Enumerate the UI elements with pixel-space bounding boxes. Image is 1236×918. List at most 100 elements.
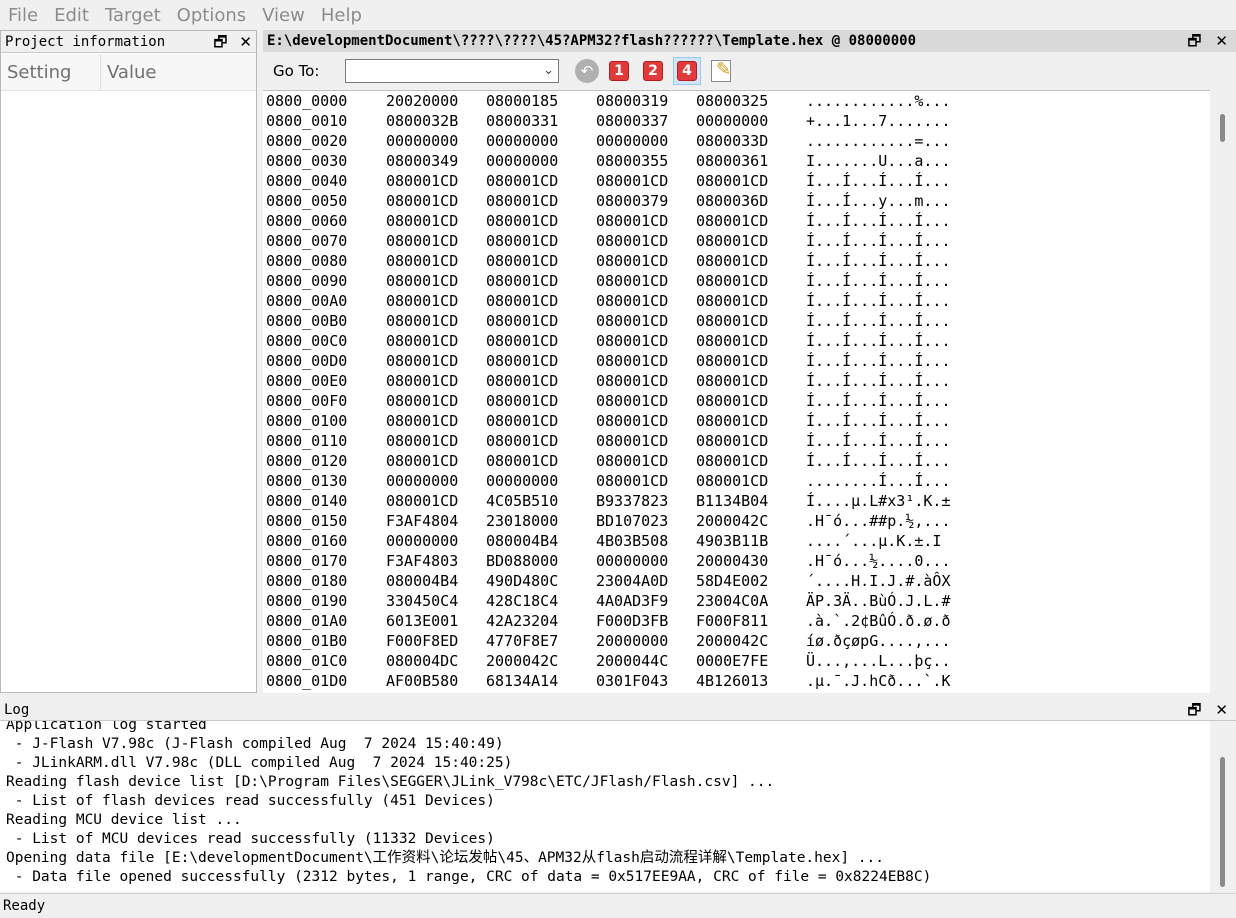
hex-ascii: Í...Í...Í...Í... (806, 372, 951, 390)
hex-row[interactable]: 0800_0050 080001CD 080001CD 08000379 0800036… (263, 191, 1210, 211)
hex-ascii: Í...Í...Í...Í... (806, 272, 951, 290)
column-value[interactable]: Value (101, 54, 156, 90)
hex-word-0: F3AF4804 (386, 512, 459, 530)
log-line: - Data file opened successfully (2312 by… (6, 869, 932, 885)
hex-row[interactable]: 0800_0080 080001CD 080001CD 080001CD 080001C… (263, 251, 1210, 271)
hex-ascii: Í...Í...Í...Í... (806, 412, 951, 430)
hex-word-1: 00000000 (486, 132, 559, 150)
hex-row[interactable]: 0800_00F0 080001CD 080001CD 080001CD 080001C… (263, 391, 1210, 411)
hex-scrollbar[interactable] (1210, 90, 1236, 693)
scrollbar-thumb[interactable] (1220, 114, 1225, 142)
menu-file[interactable]: File (0, 5, 46, 26)
hex-row[interactable]: 0800_0000 20020000 08000185 08000319 0800032… (263, 91, 1210, 111)
hex-row[interactable]: 0800_00C0 080001CD 080001CD 080001CD 080001C… (263, 331, 1210, 351)
scrollbar-thumb[interactable] (1220, 757, 1225, 887)
hex-word-1: 080001CD (486, 392, 559, 410)
restore-icon[interactable]: 🗗 (213, 31, 227, 53)
hex-row[interactable]: 0800_0170 F3AF4803 BD088000 00000000 2000043… (263, 551, 1210, 571)
hex-address: 0800_00E0 (266, 372, 348, 390)
hex-word-1: 080001CD (486, 272, 559, 290)
restore-icon[interactable]: 🗗 (1187, 30, 1201, 52)
hex-address: 0800_0090 (266, 272, 348, 290)
hex-row[interactable]: 0800_01A0 6013E001 42A23204 F000D3FB F000F81… (263, 611, 1210, 631)
menu-target[interactable]: Target (97, 5, 169, 26)
hex-ascii: íø.ðçøpG....,... (806, 632, 951, 650)
hex-ascii: ............=... (806, 132, 951, 150)
menu-view[interactable]: View (254, 5, 313, 26)
hex-row[interactable]: 0800_0070 080001CD 080001CD 080001CD 080001C… (263, 231, 1210, 251)
hex-row[interactable]: 0800_0140 080001CD 4C05B510 B9337823 B1134B0… (263, 491, 1210, 511)
column-setting[interactable]: Setting (1, 54, 101, 90)
hex-row[interactable]: 0800_00E0 080001CD 080001CD 080001CD 080001C… (263, 371, 1210, 391)
hex-row[interactable]: 0800_0010 0800032B 08000331 08000337 0000000… (263, 111, 1210, 131)
hex-address: 0800_0030 (266, 152, 348, 170)
hex-address: 0800_0170 (266, 552, 348, 570)
goto-dropdown[interactable]: ⌄ (345, 59, 559, 83)
hex-ascii: Í...Í...Í...Í... (806, 432, 951, 450)
view-1-button[interactable]: 1 (605, 57, 633, 85)
log-scrollbar[interactable] (1210, 721, 1236, 892)
hex-address: 0800_0190 (266, 592, 348, 610)
hex-ascii: Í....µ.L#x3¹.K.± (806, 492, 951, 510)
hex-row[interactable]: 0800_0040 080001CD 080001CD 080001CD 080001C… (263, 171, 1210, 191)
close-icon[interactable]: ✕ (1215, 30, 1228, 52)
hex-word-2: 4B03B508 (596, 532, 669, 550)
edit-button[interactable] (707, 57, 735, 85)
hex-row[interactable]: 0800_0130 00000000 00000000 080001CD 080001C… (263, 471, 1210, 491)
hex-address: 0800_01C0 (266, 652, 348, 670)
hex-ascii: Í...Í...Í...Í... (806, 172, 951, 190)
hex-row[interactable]: 0800_01C0 080004DC 2000042C 2000044C 0000E7F… (263, 651, 1210, 671)
menu-edit[interactable]: Edit (46, 5, 97, 26)
hex-row[interactable]: 0800_0160 00000000 080004B4 4B03B508 4903B11… (263, 531, 1210, 551)
close-icon[interactable]: ✕ (1215, 699, 1228, 721)
hex-row[interactable]: 0800_0110 080001CD 080001CD 080001CD 080001C… (263, 431, 1210, 451)
hex-address: 0800_00A0 (266, 292, 348, 310)
hex-word-3: 080001CD (696, 332, 769, 350)
hex-ascii: +...1...7....... (806, 112, 951, 130)
hex-row[interactable]: 0800_0120 080001CD 080001CD 080001CD 080001C… (263, 451, 1210, 471)
hex-word-3: 4B126013 (696, 672, 769, 690)
hex-word-3: 080001CD (696, 352, 769, 370)
back-arrow-icon[interactable]: ↶ (575, 59, 599, 83)
hex-row[interactable]: 0800_0100 080001CD 080001CD 080001CD 080001C… (263, 411, 1210, 431)
view-4-button[interactable]: 4 (673, 57, 701, 85)
hex-address: 0800_0000 (266, 92, 348, 110)
hex-word-2: 080001CD (596, 392, 669, 410)
log-line: Reading MCU device list ... (6, 812, 242, 828)
hex-row[interactable]: 0800_01D0 AF00B580 68134A14 0301F043 4B12601… (263, 671, 1210, 691)
hex-word-2: BD107023 (596, 512, 669, 530)
close-icon[interactable]: ✕ (239, 31, 252, 53)
hex-row[interactable]: 0800_0060 080001CD 080001CD 080001CD 080001C… (263, 211, 1210, 231)
hex-row[interactable]: 0800_00B0 080001CD 080001CD 080001CD 080001C… (263, 311, 1210, 331)
hex-address: 0800_00F0 (266, 392, 348, 410)
hex-row[interactable]: 0800_0020 00000000 00000000 00000000 0800033… (263, 131, 1210, 151)
hex-ascii: ÄP.3Ä..BùÓ.J.L.# (806, 592, 951, 610)
hex-row[interactable]: 0800_00A0 080001CD 080001CD 080001CD 080001C… (263, 291, 1210, 311)
hex-row[interactable]: 0800_0180 080004B4 490D480C 23004A0D 58D4E00… (263, 571, 1210, 591)
hex-row[interactable]: 0800_00D0 080001CD 080001CD 080001CD 080001C… (263, 351, 1210, 371)
hex-word-1: 080001CD (486, 432, 559, 450)
view-2-button[interactable]: 2 (639, 57, 667, 85)
hex-ascii: Í...Í...y...m... (806, 192, 951, 210)
hex-address: 0800_00B0 (266, 312, 348, 330)
restore-icon[interactable]: 🗗 (1187, 699, 1201, 721)
hex-row[interactable]: 0800_01B0 F000F8ED 4770F8E7 20000000 2000042… (263, 631, 1210, 651)
hex-row[interactable]: 0800_0190 330450C4 428C18C4 4A0AD3F9 23004C0… (263, 591, 1210, 611)
hex-address: 0800_0160 (266, 532, 348, 550)
hex-row[interactable]: 0800_0150 F3AF4804 23018000 BD107023 2000042… (263, 511, 1210, 531)
hex-word-2: 080001CD (596, 472, 669, 490)
hex-row[interactable]: 0800_0090 080001CD 080001CD 080001CD 080001C… (263, 271, 1210, 291)
hex-word-1: 080001CD (486, 212, 559, 230)
hex-row[interactable]: 0800_0030 08000349 00000000 08000355 0800036… (263, 151, 1210, 171)
hex-word-1: 080001CD (486, 332, 559, 350)
hex-ascii: .H¯ó...½....0... (806, 552, 951, 570)
hex-view[interactable]: 0800_0000 20020000 08000185 08000319 0800032… (263, 90, 1210, 693)
hex-word-3: 00000000 (696, 112, 769, 130)
menu-options[interactable]: Options (169, 5, 254, 26)
hex-word-2: 20000000 (596, 632, 669, 650)
log-body[interactable]: Application log started - J-Flash V7.98c… (0, 716, 1210, 892)
hex-address: 0800_0020 (266, 132, 348, 150)
hex-word-3: 080001CD (696, 432, 769, 450)
hex-word-1: 00000000 (486, 152, 559, 170)
menu-help[interactable]: Help (313, 5, 370, 26)
